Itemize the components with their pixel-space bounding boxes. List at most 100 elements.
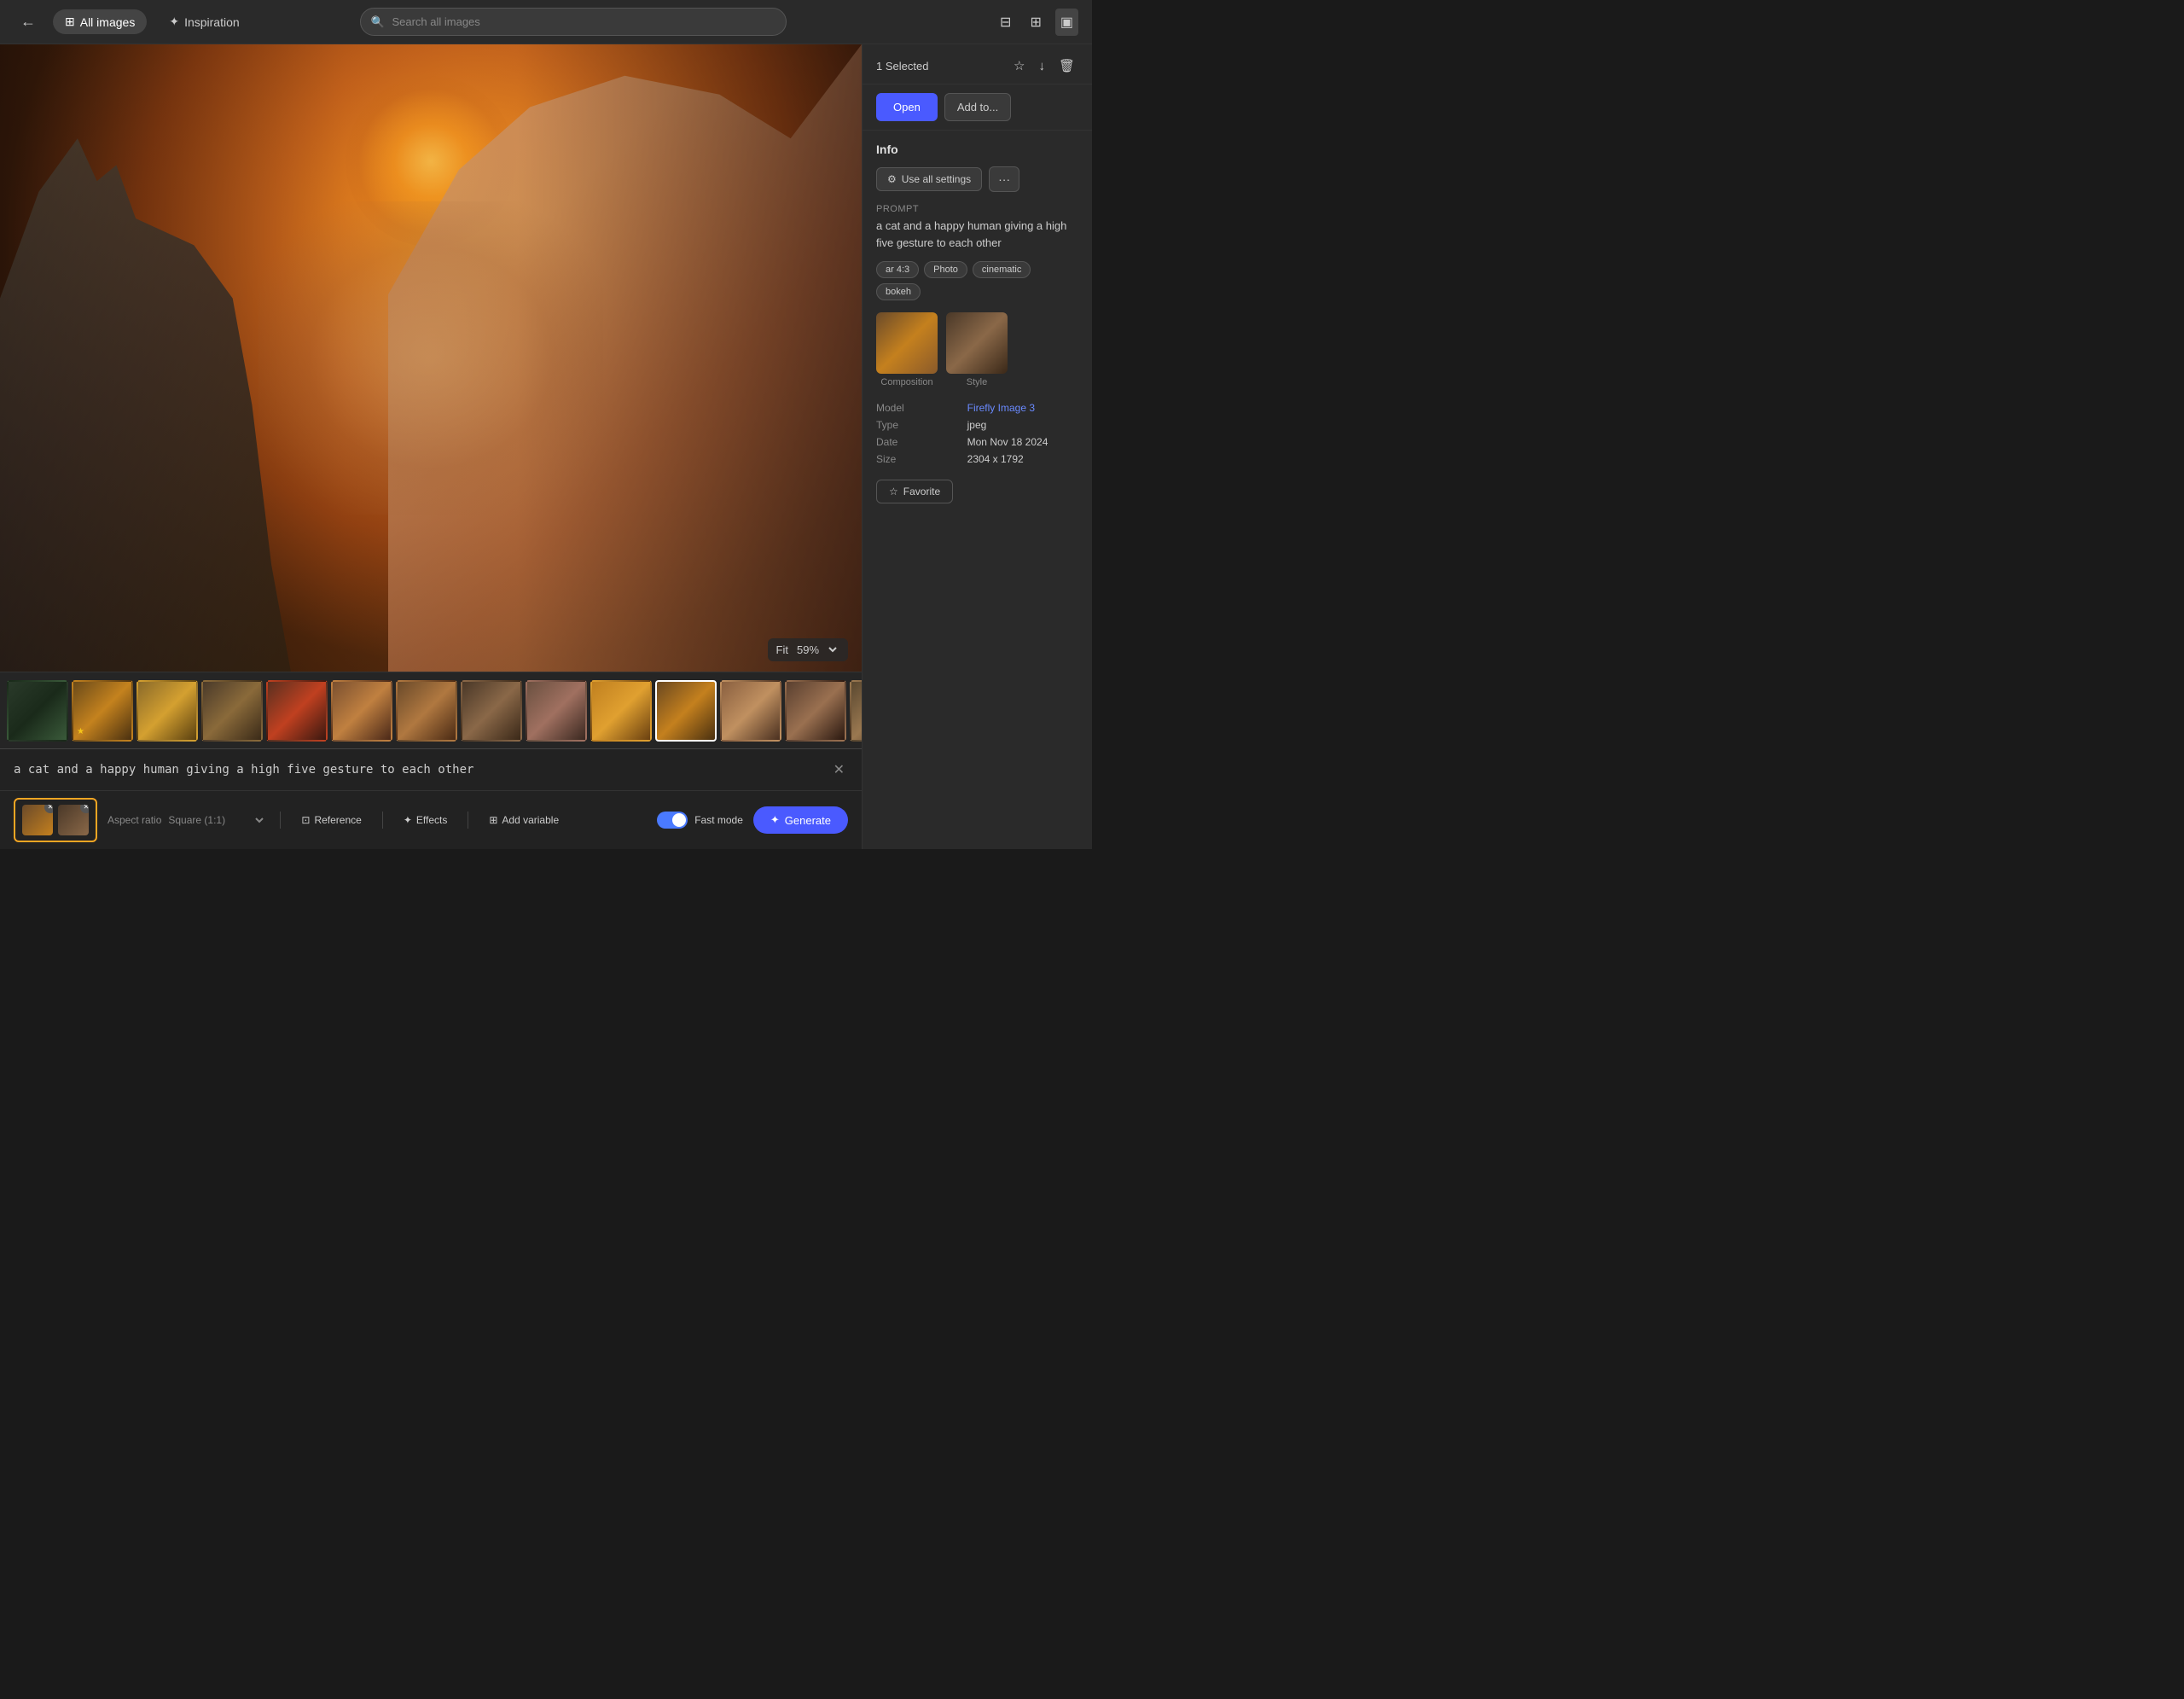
thumbnail-6[interactable] (331, 680, 392, 742)
thumbnail-9[interactable] (526, 680, 587, 742)
use-settings-label: Use all settings (902, 173, 971, 185)
inspiration-tab[interactable]: ✦ Inspiration (157, 9, 251, 34)
aspect-ratio-label: Aspect ratio (107, 814, 161, 826)
bottom-bar: a cat and a happy human giving a high fi… (0, 748, 862, 849)
reference-button[interactable]: ⊡ Reference (294, 811, 368, 829)
size-label: Size (876, 451, 967, 468)
thumbnail-selected[interactable] (655, 680, 717, 742)
thumbnail-1[interactable] (7, 680, 68, 742)
effects-button[interactable]: ✦ Effects (397, 811, 455, 829)
zoom-select[interactable]: 59% 100% 75% 50% 25% (793, 643, 839, 657)
model-row: Model Firefly Image 3 (876, 399, 1078, 416)
tag-cinematic[interactable]: cinematic (973, 261, 1031, 278)
thumbnail-8[interactable] (461, 680, 522, 742)
tag-photo[interactable]: Photo (924, 261, 967, 278)
open-button[interactable]: Open (876, 93, 938, 121)
thumbnail-3[interactable] (136, 680, 198, 742)
tags-row: ar 4:3 Photo cinematic bokeh (876, 261, 1078, 300)
search-input[interactable] (360, 8, 787, 36)
sidebar-top-actions: ☆ ↓ 🗑 (1010, 55, 1078, 77)
tag-ar[interactable]: ar 4:3 (876, 261, 919, 278)
filmstrip: ★ (0, 672, 862, 748)
date-row: Date Mon Nov 18 2024 (876, 433, 1078, 451)
main-content: Fit 59% 100% 75% 50% 25% ★ (0, 44, 1092, 849)
ref-mini-thumb-2[interactable]: ✕ (58, 805, 89, 835)
image-background (0, 44, 862, 672)
image-viewer: Fit 59% 100% 75% 50% 25% (0, 44, 862, 672)
layout-button[interactable]: ▣ (1055, 9, 1078, 36)
composition-label: Composition (880, 377, 932, 387)
divider-2 (382, 812, 383, 829)
depth-overlay (0, 44, 862, 672)
info-section: Info ⚙ Use all settings ··· Prompt a cat… (863, 131, 1092, 849)
toggle-knob (672, 813, 686, 827)
delete-icon-btn[interactable]: 🗑 (1055, 55, 1078, 77)
more-options-button[interactable]: ··· (989, 166, 1019, 192)
thumbnail-7[interactable] (396, 680, 457, 742)
zoom-controls: Fit 59% 100% 75% 50% 25% (768, 638, 848, 661)
reference-label: Reference (314, 814, 361, 826)
size-row: Size 2304 x 1792 (876, 451, 1078, 468)
thumbnail-4[interactable] (201, 680, 263, 742)
prompt-section-label: Prompt (876, 204, 1078, 214)
thumbnail-13[interactable] (850, 680, 862, 742)
all-images-label: All images (80, 15, 136, 29)
back-button[interactable]: ← (14, 9, 43, 34)
favorite-icon-btn[interactable]: ☆ (1010, 55, 1028, 77)
size-value: 2304 x 1792 (967, 451, 1078, 468)
composition-thumbnail[interactable] (876, 312, 938, 374)
favorite-button[interactable]: ☆ Favorite (876, 480, 953, 503)
thumbnail-5[interactable] (266, 680, 328, 742)
date-label: Date (876, 433, 967, 451)
aspect-ratio-select[interactable]: Square (1:1) Landscape (4:3) Portrait (3… (165, 813, 266, 827)
thumbnail-10[interactable] (590, 680, 652, 742)
star-icon: ☆ (889, 486, 898, 497)
search-icon: 🔍 (370, 15, 384, 29)
ref-close-2[interactable]: ✕ (80, 805, 89, 813)
fast-mode-label: Fast mode (694, 814, 743, 826)
bottom-right-controls: Fast mode ✦ Generate (657, 806, 848, 834)
aspect-ratio-control: Aspect ratio Square (1:1) Landscape (4:3… (107, 813, 266, 827)
date-value: Mon Nov 18 2024 (967, 433, 1078, 451)
thumbnail-12[interactable] (785, 680, 846, 742)
thumbnail-2[interactable]: ★ (72, 680, 133, 742)
type-row: Type jpeg (876, 416, 1078, 433)
ref-mini-thumb-1[interactable]: ✕ (22, 805, 53, 835)
inspiration-icon: ✦ (169, 15, 179, 29)
metadata-table: Model Firefly Image 3 Type jpeg Date Mon… (876, 399, 1078, 468)
composition-ref: Composition (876, 312, 938, 387)
ref-close-1[interactable]: ✕ (44, 805, 53, 813)
style-ref: Style (946, 312, 1008, 387)
main-image[interactable]: Fit 59% 100% 75% 50% 25% (0, 44, 862, 672)
tag-bokeh[interactable]: bokeh (876, 283, 921, 300)
sidebar-top-bar: 1 Selected ☆ ↓ 🗑 (863, 44, 1092, 84)
prompt-input[interactable]: a cat and a happy human giving a high fi… (14, 763, 822, 777)
prompt-close-button[interactable]: ✕ (830, 758, 848, 782)
star-badge: ★ (77, 727, 84, 736)
type-label: Type (876, 416, 967, 433)
use-all-settings-button[interactable]: ⚙ Use all settings (876, 167, 982, 191)
grid-icon: ⊞ (65, 15, 75, 29)
use-settings-row: ⚙ Use all settings ··· (876, 166, 1078, 192)
reference-thumbnails: Composition Style (876, 312, 1078, 387)
all-images-tab[interactable]: ⊞ All images (53, 9, 147, 34)
add-variable-button[interactable]: ⊞ Add variable (482, 811, 566, 829)
thumbnail-11[interactable] (720, 680, 781, 742)
type-value: jpeg (967, 416, 1078, 433)
reference-icon: ⊡ (301, 814, 310, 826)
add-to-button[interactable]: Add to... (944, 93, 1011, 121)
prompt-text-display: a cat and a happy human giving a high fi… (876, 218, 1078, 251)
add-variable-icon: ⊞ (489, 814, 497, 826)
add-variable-label: Add variable (502, 814, 559, 826)
view-toggle-button[interactable]: ⊞ (1025, 9, 1046, 36)
filter-button[interactable]: ⊟ (995, 9, 1016, 36)
settings-icon: ⚙ (887, 173, 897, 185)
generate-button[interactable]: ✦ Generate (753, 806, 848, 834)
style-thumbnail[interactable] (946, 312, 1008, 374)
generate-label: Generate (785, 814, 831, 827)
fast-mode-switch[interactable] (657, 812, 688, 829)
selected-count: 1 Selected (876, 60, 928, 73)
action-buttons: Open Add to... (863, 84, 1092, 131)
download-icon-btn[interactable]: ↓ (1035, 55, 1048, 77)
model-value[interactable]: Firefly Image 3 (967, 402, 1035, 414)
